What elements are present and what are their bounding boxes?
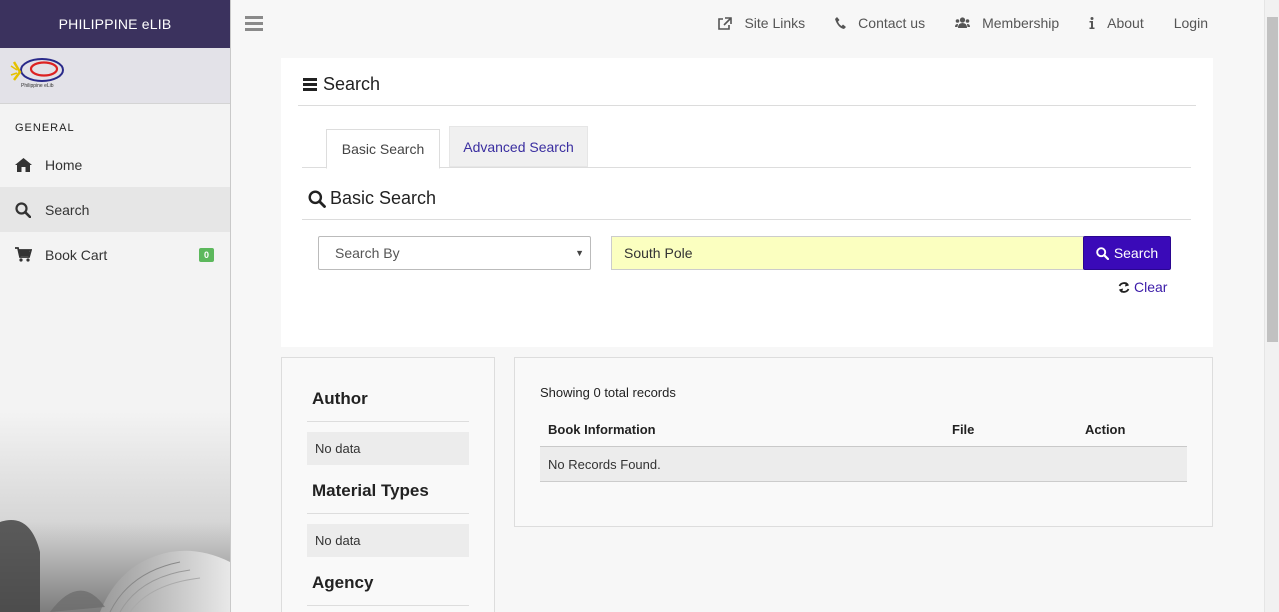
clear-label: Clear bbox=[1134, 279, 1168, 295]
philippine-elib-logo[interactable]: Philippine eLib bbox=[8, 56, 68, 92]
search-panel: Search Basic Search Advanced Search Basi… bbox=[281, 58, 1213, 347]
nav-label: Login bbox=[1173, 15, 1208, 31]
search-tabs: Basic Search Advanced Search bbox=[302, 126, 1191, 169]
sidebar-item-book-cart[interactable]: Book Cart 0 bbox=[0, 232, 230, 277]
column-header-book-information: Book Information bbox=[548, 422, 656, 437]
page-title: Search bbox=[303, 74, 380, 95]
nav-login[interactable]: Login bbox=[1174, 15, 1208, 31]
users-icon bbox=[955, 17, 971, 29]
sidebar-item-label: Search bbox=[45, 201, 90, 218]
filter-heading-material-types: Material Types bbox=[312, 481, 429, 500]
search-input[interactable] bbox=[611, 236, 1084, 270]
sidebar-item-label: Book Cart bbox=[45, 246, 108, 263]
nav-membership[interactable]: Membership bbox=[955, 15, 1059, 31]
clear-button[interactable]: Clear bbox=[1118, 279, 1167, 295]
info-icon bbox=[1089, 17, 1095, 29]
home-icon bbox=[15, 157, 45, 172]
search-icon bbox=[15, 201, 45, 218]
search-by-value: Search By bbox=[335, 245, 400, 261]
search-icon bbox=[308, 190, 326, 208]
filter-heading-author: Author bbox=[312, 389, 368, 408]
divider bbox=[302, 219, 1191, 220]
search-by-select[interactable]: Search By ▼ bbox=[318, 236, 591, 270]
nav-label: About bbox=[1107, 15, 1144, 31]
phone-icon bbox=[835, 17, 847, 29]
refresh-icon bbox=[1118, 281, 1130, 294]
sidebar-section-label: GENERAL bbox=[15, 122, 75, 134]
filter-heading-agency: Agency bbox=[312, 573, 374, 592]
cart-icon bbox=[15, 247, 45, 262]
bars-icon bbox=[303, 78, 317, 91]
top-bar: Site Links Contact us Membership About L… bbox=[231, 0, 1264, 46]
sidebar-book-photo bbox=[0, 412, 230, 612]
column-header-action: Action bbox=[1085, 422, 1126, 437]
table-row: No Records Found. bbox=[540, 447, 1187, 482]
basic-search-heading-text: Basic Search bbox=[330, 188, 437, 208]
sidebar-item-search[interactable]: Search bbox=[0, 187, 230, 232]
tab-basic-search[interactable]: Basic Search bbox=[326, 129, 440, 169]
nav-label: Contact us bbox=[858, 15, 926, 31]
logo-area: Philippine eLib bbox=[0, 48, 230, 104]
filter-material-types-nodata: No data bbox=[307, 524, 469, 557]
search-icon bbox=[1096, 246, 1109, 260]
scrollbar-thumb[interactable] bbox=[1267, 17, 1278, 342]
external-link-icon bbox=[718, 16, 733, 30]
divider bbox=[298, 105, 1196, 106]
column-header-file: File bbox=[952, 422, 975, 437]
nav-about[interactable]: About bbox=[1089, 15, 1144, 31]
page-scrollbar[interactable] bbox=[1264, 0, 1279, 612]
logo-caption: Philippine eLib bbox=[21, 83, 54, 89]
search-button[interactable]: Search bbox=[1083, 236, 1171, 270]
filter-panel: Author No data Material Types No data Ag… bbox=[281, 357, 495, 612]
sidebar-item-home[interactable]: Home bbox=[0, 142, 230, 187]
top-nav: Site Links Contact us Membership About L… bbox=[688, 15, 1208, 31]
cart-count-badge: 0 bbox=[198, 248, 214, 262]
sidebar-item-label: Home bbox=[45, 156, 83, 173]
sidebar: PHILIPPINE eLIB Philippine eLib GENERAL … bbox=[0, 0, 231, 612]
basic-search-heading: Basic Search bbox=[308, 188, 436, 209]
search-button-label: Search bbox=[1113, 245, 1159, 261]
page-title-text: Search bbox=[323, 74, 381, 94]
caret-down-icon: ▼ bbox=[575, 248, 584, 258]
nav-contact-us[interactable]: Contact us bbox=[835, 15, 925, 31]
nav-label: Site Links bbox=[744, 15, 806, 31]
nav-site-links[interactable]: Site Links bbox=[718, 15, 805, 31]
brand-title[interactable]: PHILIPPINE eLIB bbox=[0, 0, 230, 48]
divider bbox=[307, 605, 469, 606]
menu-toggle-icon[interactable] bbox=[245, 16, 263, 34]
divider bbox=[307, 421, 469, 422]
filter-author-nodata: No data bbox=[307, 432, 469, 465]
divider bbox=[307, 513, 469, 514]
results-panel: Showing 0 total records Book Information… bbox=[514, 357, 1213, 527]
nav-label: Membership bbox=[982, 15, 1060, 31]
results-summary: Showing 0 total records bbox=[540, 385, 676, 400]
tab-advanced-search[interactable]: Advanced Search bbox=[449, 126, 588, 167]
